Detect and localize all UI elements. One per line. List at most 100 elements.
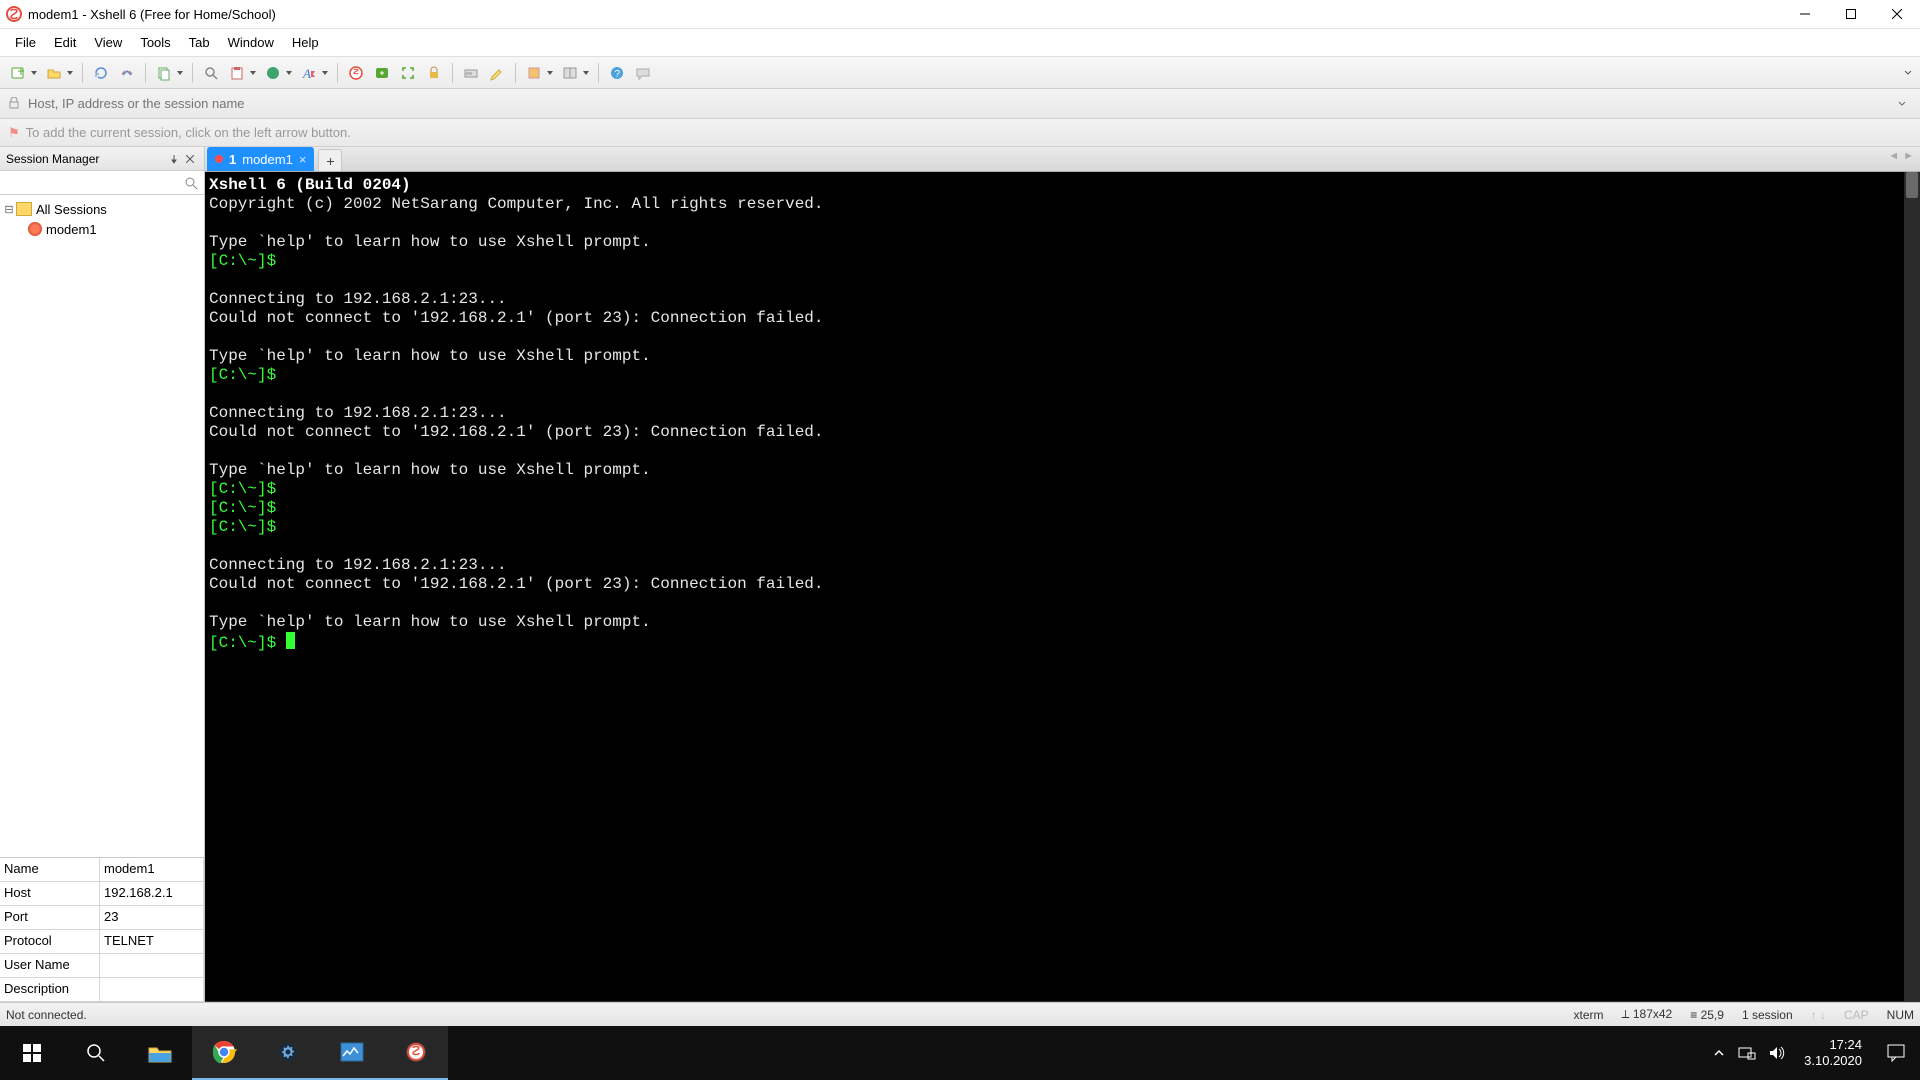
xshell-taskbar-icon[interactable] <box>384 1026 448 1080</box>
keyboard-button[interactable] <box>459 61 483 85</box>
titlebar: modem1 - Xshell 6 (Free for Home/School) <box>0 0 1920 29</box>
minimize-button[interactable] <box>1782 0 1828 29</box>
address-input[interactable] <box>28 96 1892 111</box>
panel-close-icon[interactable] <box>182 151 198 167</box>
tree-root-label: All Sessions <box>36 202 107 217</box>
system-tray[interactable] <box>1712 1045 1794 1061</box>
session-manager-panel: Session Manager ⊟ All Sessions modem1 Na… <box>0 147 205 1002</box>
status-sessions: 1 session <box>1742 1008 1793 1022</box>
menu-tools[interactable]: Tools <box>131 31 179 54</box>
chrome-taskbar-icon[interactable] <box>192 1026 256 1080</box>
session-manager-header: Session Manager <box>0 147 204 171</box>
close-button[interactable] <box>1874 0 1920 29</box>
status-cursor: ≡ 25,9 <box>1690 1008 1724 1022</box>
disconnect-button[interactable] <box>115 61 139 85</box>
find-button[interactable] <box>199 61 223 85</box>
search-taskbar-button[interactable] <box>64 1026 128 1080</box>
tray-network-icon[interactable] <box>1738 1045 1756 1061</box>
clock-date: 3.10.2020 <box>1804 1053 1862 1069</box>
tab-prev[interactable]: ◄ <box>1888 150 1899 162</box>
font-button[interactable]: A <box>297 61 331 85</box>
tab-status-dot <box>215 155 223 163</box>
chat-button[interactable] <box>631 61 655 85</box>
collapse-icon[interactable]: ⊟ <box>2 203 16 216</box>
color-scheme-button[interactable] <box>261 61 295 85</box>
pin-icon[interactable] <box>166 151 182 167</box>
status-size: ⟂ 187x42 <box>1622 1007 1673 1022</box>
tab-next[interactable]: ► <box>1903 150 1914 162</box>
terminal[interactable]: Xshell 6 (Build 0204) Copyright (c) 2002… <box>205 172 1920 1002</box>
menu-tab[interactable]: Tab <box>180 31 219 54</box>
address-dropdown[interactable] <box>1892 94 1912 114</box>
menu-view[interactable]: View <box>85 31 131 54</box>
session-manager-title: Session Manager <box>6 152 166 166</box>
terminal-column: 1 modem1 × + ◄ ► Xshell 6 (Build 0204) C… <box>205 147 1920 1002</box>
status-updown-icon: ↑ ↓ <box>1811 1008 1826 1022</box>
tree-root[interactable]: ⊟ All Sessions <box>2 199 202 219</box>
session-tree[interactable]: ⊟ All Sessions modem1 <box>0 195 204 857</box>
info-bar: ⚑ To add the current session, click on t… <box>0 119 1920 147</box>
tray-chevron-icon[interactable] <box>1712 1046 1726 1060</box>
tab-nav: ◄ ► <box>1888 150 1914 162</box>
status-bar: Not connected. xterm ⟂ 187x42 ≡ 25,9 1 s… <box>0 1002 1920 1026</box>
paste-button[interactable] <box>225 61 259 85</box>
new-tab-button[interactable]: + <box>318 149 342 171</box>
toolbar: A ? <box>0 57 1920 89</box>
taskmgr-taskbar-icon[interactable] <box>320 1026 384 1080</box>
properties-table: Namemodem1 Host192.168.2.1 Port23 Protoc… <box>0 857 204 1002</box>
scrollbar-thumb[interactable] <box>1906 172 1918 198</box>
tree-item-modem1[interactable]: modem1 <box>2 219 202 239</box>
taskbar-clock[interactable]: 17:24 3.10.2020 <box>1794 1037 1872 1069</box>
highlight-button[interactable] <box>485 61 509 85</box>
menubar: File Edit View Tools Tab Window Help <box>0 29 1920 57</box>
prop-row: Host192.168.2.1 <box>0 882 204 906</box>
lock-button[interactable] <box>422 61 446 85</box>
session-icon <box>28 222 42 236</box>
menu-edit[interactable]: Edit <box>45 31 85 54</box>
session-search-input[interactable] <box>4 176 184 190</box>
open-button[interactable] <box>42 61 76 85</box>
tab-modem1[interactable]: 1 modem1 × <box>207 147 314 171</box>
explorer-taskbar-icon[interactable] <box>128 1026 192 1080</box>
toolbar-sep6 <box>515 63 516 83</box>
tray-sound-icon[interactable] <box>1768 1045 1786 1061</box>
layout-button[interactable] <box>558 61 592 85</box>
script-button[interactable] <box>522 61 556 85</box>
reconnect-button[interactable] <box>89 61 113 85</box>
new-session-button[interactable] <box>6 61 40 85</box>
start-button[interactable] <box>0 1026 64 1080</box>
tab-index: 1 <box>229 152 236 167</box>
notifications-button[interactable] <box>1872 1026 1920 1080</box>
toolbar-sep7 <box>598 63 599 83</box>
toolbar-sep2 <box>145 63 146 83</box>
session-search <box>0 171 204 195</box>
toolbar-sep3 <box>192 63 193 83</box>
status-num: NUM <box>1887 1008 1914 1022</box>
help-button[interactable]: ? <box>605 61 629 85</box>
windows-taskbar: 17:24 3.10.2020 <box>0 1026 1920 1080</box>
tab-close-icon[interactable]: × <box>299 152 307 167</box>
window-title: modem1 - Xshell 6 (Free for Home/School) <box>28 7 1782 22</box>
xshell-button[interactable] <box>344 61 368 85</box>
status-cap: CAP <box>1844 1008 1869 1022</box>
fullscreen-button[interactable] <box>396 61 420 85</box>
toolbar-sep5 <box>452 63 453 83</box>
work-area: Session Manager ⊟ All Sessions modem1 Na… <box>0 147 1920 1002</box>
svg-text:A: A <box>302 66 311 81</box>
toolbar-overflow[interactable] <box>1896 61 1920 85</box>
prop-row: Port23 <box>0 906 204 930</box>
xftp-button[interactable] <box>370 61 394 85</box>
menu-file[interactable]: File <box>6 31 45 54</box>
prop-row: Description <box>0 978 204 1002</box>
svg-text:?: ? <box>615 69 621 80</box>
settings-taskbar-icon[interactable] <box>256 1026 320 1080</box>
terminal-scrollbar[interactable] <box>1904 172 1920 1001</box>
prop-row: User Name <box>0 954 204 978</box>
lock-icon <box>8 97 22 111</box>
search-icon[interactable] <box>184 176 200 190</box>
menu-help[interactable]: Help <box>283 31 328 54</box>
copy-button[interactable] <box>152 61 186 85</box>
toolbar-sep4 <box>337 63 338 83</box>
maximize-button[interactable] <box>1828 0 1874 29</box>
menu-window[interactable]: Window <box>219 31 283 54</box>
